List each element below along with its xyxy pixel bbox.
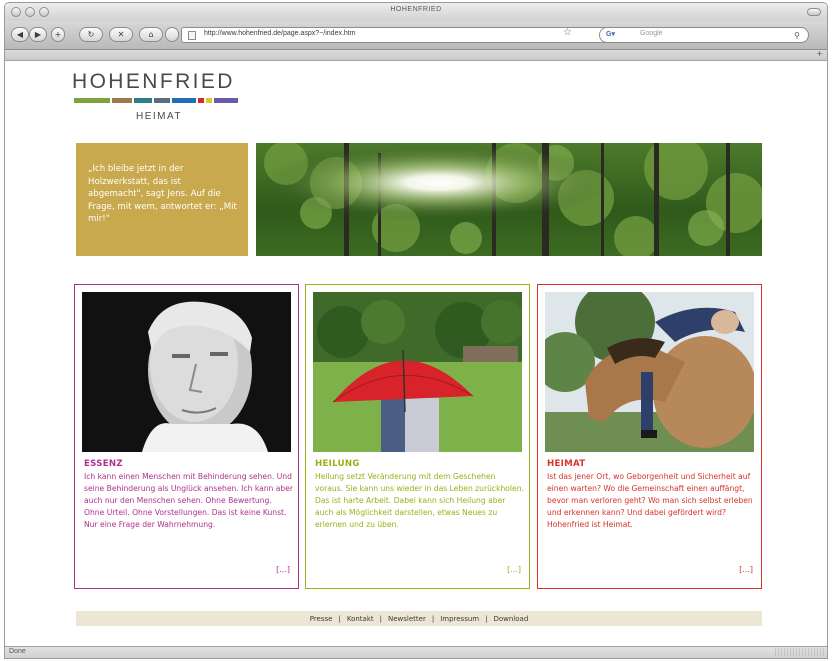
logo-bar-segment	[134, 98, 152, 103]
read-more-link[interactable]: [...]	[276, 565, 290, 574]
quote-text: „Ich bleibe jetzt in der Holzwerkstatt, …	[88, 164, 237, 224]
card-title[interactable]: HEILUNG	[315, 459, 360, 469]
reload-icon: ↻	[87, 30, 95, 39]
status-bar: Done	[5, 646, 827, 658]
forward-button[interactable]: ▶	[29, 27, 47, 42]
footer-link-download[interactable]: Download	[493, 615, 528, 623]
add-bookmark-button[interactable]: +	[51, 27, 65, 42]
footer-link-impressum[interactable]: Impressum	[440, 615, 479, 623]
plus-icon: +	[54, 30, 62, 39]
logo-bar-segment	[214, 98, 238, 103]
card-title[interactable]: ESSENZ	[84, 459, 123, 469]
logo-subtitle: HEIMAT	[136, 111, 183, 122]
logo-bar-segment	[112, 98, 132, 103]
bookmarks-bar: +	[5, 49, 827, 61]
search-placeholder: Google	[640, 30, 663, 37]
read-more-link[interactable]: [...]	[507, 565, 521, 574]
logo-bar-segment	[206, 98, 212, 103]
card-essenz: ESSENZ Ich kann einen Menschen mit Behin…	[74, 284, 299, 589]
toolbar-toggle-button[interactable]	[807, 8, 821, 16]
card-title[interactable]: HEIMAT	[547, 459, 585, 469]
footer-link-presse[interactable]: Presse	[310, 615, 333, 623]
home-button[interactable]: ⌂	[139, 27, 163, 42]
footer-separator: |	[431, 614, 435, 623]
forward-arrow-icon: ▶	[34, 30, 42, 39]
card-text: Ist das jener Ort, wo Geborgenheit und S…	[547, 472, 753, 529]
resize-grip[interactable]	[775, 648, 825, 656]
search-field[interactable]: G▾ Google ⚲	[599, 27, 809, 43]
back-arrow-icon: ◀	[16, 30, 24, 39]
back-button[interactable]: ◀	[11, 27, 29, 42]
plus-icon[interactable]: +	[816, 49, 823, 58]
portrait-photo[interactable]	[82, 292, 291, 452]
card-heilung: HEILUNG Heilung setzt Veränderung mit de…	[305, 284, 530, 589]
magnifier-icon: ⚲	[794, 31, 800, 40]
logo-bar-segment	[74, 98, 110, 103]
logo-title[interactable]: HOHENFRIED	[72, 70, 235, 94]
horse-photo[interactable]	[545, 292, 754, 452]
stop-button[interactable]: ✕	[109, 27, 133, 42]
umbrella-photo[interactable]	[313, 292, 522, 452]
logo-bar-segment	[198, 98, 204, 103]
footer-separator: |	[485, 614, 488, 623]
reload-button[interactable]: ↻	[79, 27, 103, 42]
browser-toolbar: ◀ ▶ + ↻ ✕ ⌂ http://www.hohenfried.de/pag…	[5, 21, 827, 50]
quote-box: „Ich bleibe jetzt in der Holzwerkstatt, …	[76, 143, 248, 256]
window-title: HOHENFRIED	[390, 6, 442, 13]
footer-link-newsletter[interactable]: Newsletter	[388, 615, 426, 623]
footer-separator: |	[379, 614, 382, 623]
stop-icon: ✕	[117, 30, 125, 39]
status-text: Done	[9, 648, 26, 655]
home-icon: ⌂	[148, 30, 154, 39]
card-text: Ich kann einen Menschen mit Behinderung …	[84, 472, 294, 529]
history-button[interactable]	[165, 27, 179, 42]
card-heimat: HEIMAT Ist das jener Ort, wo Geborgenhei…	[537, 284, 762, 589]
hero-forest-image	[256, 143, 762, 256]
logo-bar-segment	[172, 98, 196, 103]
bookmark-star-icon[interactable]: ☆	[563, 27, 572, 38]
url-text: http://www.hohenfried.de/page.aspx?~/ind…	[204, 30, 356, 37]
footer-separator: |	[338, 614, 341, 623]
footer-link-kontakt[interactable]: Kontakt	[347, 615, 374, 623]
page-icon	[188, 31, 196, 40]
google-search-icon: G▾	[606, 31, 615, 38]
title-bar: HOHENFRIED	[5, 3, 827, 21]
card-text: Heilung setzt Veränderung mit dem Gesche…	[315, 472, 524, 529]
footer-nav: Presse | Kontakt | Newsletter | Impressu…	[76, 611, 762, 626]
logo-bar-segment	[154, 98, 170, 103]
read-more-link[interactable]: [...]	[739, 565, 753, 574]
